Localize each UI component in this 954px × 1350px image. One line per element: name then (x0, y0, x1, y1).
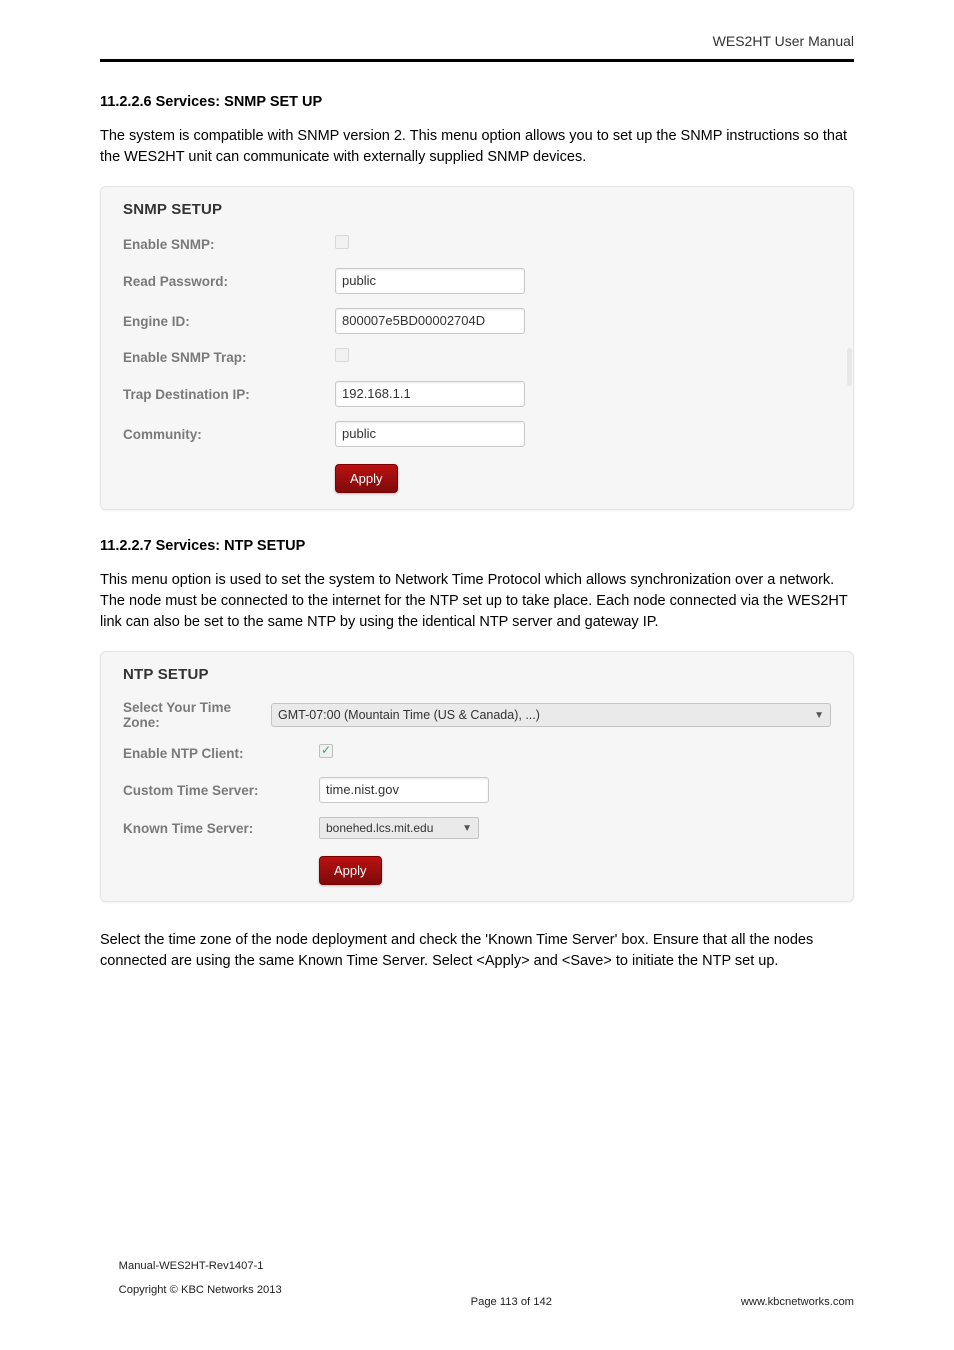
timezone-select-value: GMT-07:00 (Mountain Time (US & Canada), … (278, 708, 540, 722)
trap-destination-ip-input[interactable]: 192.168.1.1 (335, 381, 525, 407)
enable-snmp-trap-checkbox[interactable] (335, 348, 349, 362)
known-time-server-label: Known Time Server: (123, 821, 319, 836)
enable-snmp-label: Enable SNMP: (123, 237, 335, 252)
header-rule (100, 59, 854, 62)
enable-ntp-client-label: Enable NTP Client: (123, 746, 319, 761)
enable-snmp-checkbox[interactable] (335, 235, 349, 249)
footer-page-number: Page 113 of 142 (471, 1296, 552, 1308)
read-password-label: Read Password: (123, 274, 335, 289)
engine-id-input[interactable]: 800007e5BD00002704D (335, 308, 525, 334)
section-para-ntp: This menu option is used to set the syst… (100, 570, 854, 633)
timezone-label: Select Your Time Zone: (123, 700, 271, 730)
snmp-apply-button[interactable]: Apply (335, 464, 398, 493)
chevron-down-icon: ▼ (814, 710, 824, 721)
section-para-snmp: The system is compatible with SNMP versi… (100, 126, 854, 168)
section-title-snmp: 11.2.2.6 Services: SNMP SET UP (100, 94, 854, 110)
scrollbar-stub (847, 348, 852, 386)
closing-paragraph: Select the time zone of the node deploym… (100, 930, 854, 972)
snmp-setup-panel: SNMP SETUP Enable SNMP: Read Password: p… (100, 186, 854, 510)
footer-copyright: Copyright © KBC Networks 2013 (119, 1284, 282, 1296)
community-label: Community: (123, 427, 335, 442)
section-title-ntp: 11.2.2.7 Services: NTP SETUP (100, 538, 854, 554)
engine-id-label: Engine ID: (123, 314, 335, 329)
chevron-down-icon: ▼ (462, 823, 472, 834)
header-product-title: WES2HT User Manual (713, 33, 854, 49)
footer-manual-rev: Manual-WES2HT-Rev1407-1 (119, 1260, 264, 1272)
known-time-server-value: bonehed.lcs.mit.edu (326, 821, 433, 835)
trap-destination-ip-label: Trap Destination IP: (123, 387, 335, 402)
page-footer: Manual-WES2HT-Rev1407-1 Copyright © KBC … (100, 1248, 854, 1308)
ntp-setup-panel: NTP SETUP Select Your Time Zone: GMT-07:… (100, 651, 854, 902)
known-time-server-select[interactable]: bonehed.lcs.mit.edu ▼ (319, 817, 479, 839)
snmp-panel-title: SNMP SETUP (123, 201, 843, 218)
custom-time-server-label: Custom Time Server: (123, 783, 319, 798)
custom-time-server-input[interactable]: time.nist.gov (319, 777, 489, 803)
read-password-input[interactable]: public (335, 268, 525, 294)
ntp-apply-button[interactable]: Apply (319, 856, 382, 885)
timezone-select[interactable]: GMT-07:00 (Mountain Time (US & Canada), … (271, 703, 831, 727)
footer-url: www.kbcnetworks.com (741, 1296, 854, 1308)
enable-snmp-trap-label: Enable SNMP Trap: (123, 350, 335, 365)
enable-ntp-client-checkbox[interactable] (319, 744, 333, 758)
community-input[interactable]: public (335, 421, 525, 447)
ntp-panel-title: NTP SETUP (123, 666, 831, 683)
